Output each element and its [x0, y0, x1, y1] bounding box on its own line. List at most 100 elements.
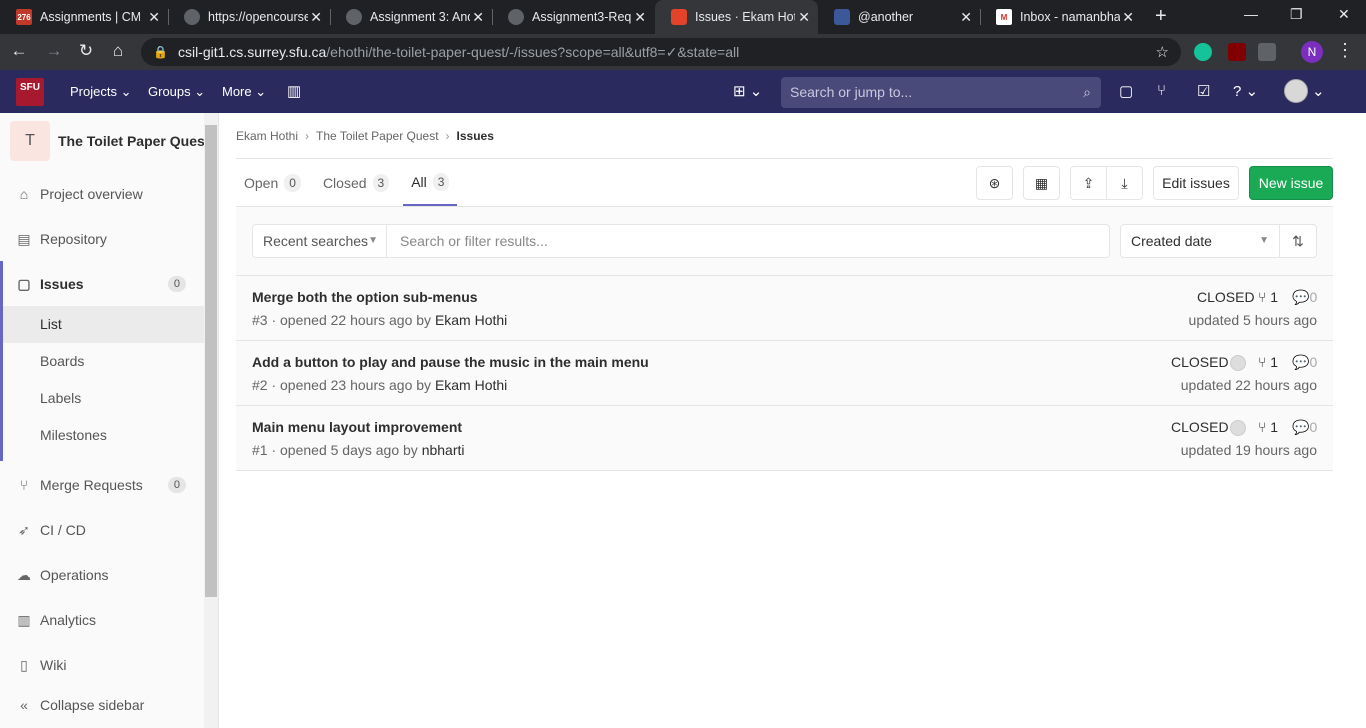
browser-tab[interactable]: @another ✕: [818, 0, 980, 34]
gitlab-fox-icon: [671, 9, 687, 25]
comments-count[interactable]: 💬0: [1292, 354, 1317, 371]
todo-icon[interactable]: ☑: [1197, 82, 1210, 100]
minimize-icon[interactable]: —: [1244, 6, 1258, 22]
url-path: /ehothi/the-toilet-paper-quest/-/issues?…: [326, 43, 740, 60]
issues-count-badge: 0: [167, 276, 186, 292]
sort-dropdown[interactable]: Created date ▼: [1120, 224, 1280, 258]
new-plus-icon[interactable]: ⊞ ⌄: [733, 82, 762, 100]
assignee-avatar[interactable]: [1230, 420, 1246, 436]
nav-more[interactable]: More ⌄: [222, 84, 266, 100]
forward-icon[interactable]: →: [43, 41, 65, 61]
breadcrumb-link[interactable]: The Toilet Paper Quest: [316, 129, 439, 143]
tab-favicon: 276: [16, 9, 32, 25]
close-tab-icon[interactable]: ✕: [148, 9, 160, 26]
bookmark-star-icon[interactable]: ☆: [1156, 43, 1169, 61]
tab-title: Inbox - namanbha: [1020, 10, 1120, 24]
help-icon[interactable]: ? ⌄: [1233, 82, 1258, 100]
sidebar-item-operations[interactable]: ☁ Operations: [0, 555, 204, 595]
browser-tab[interactable]: https://opencourse ✕: [168, 0, 330, 34]
assignee-avatar[interactable]: [1230, 355, 1246, 371]
sidebar-item-wiki[interactable]: ▯ Wiki: [0, 645, 204, 685]
home-icon[interactable]: ⌂: [107, 41, 129, 61]
issue-author[interactable]: nbharti: [422, 442, 465, 458]
back-icon[interactable]: ←: [8, 41, 30, 61]
close-tab-icon[interactable]: ✕: [798, 9, 810, 26]
close-tab-icon[interactable]: ✕: [310, 9, 322, 26]
filter-search-input[interactable]: Search or filter results...: [386, 224, 1110, 258]
sidebar-subitem-labels[interactable]: Labels: [3, 380, 204, 417]
browser-tab[interactable]: 276 Assignments | CMPT ✕: [0, 0, 168, 34]
browser-toolbar: ← → ↻ ⌂ 🔒 csil-git1.cs.surrey.sfu.ca /eh…: [0, 34, 1366, 70]
breadcrumb-link[interactable]: Ekam Hothi: [236, 129, 298, 143]
user-avatar[interactable]: [1284, 79, 1308, 103]
new-tab-icon[interactable]: +: [1155, 5, 1167, 28]
browser-tab[interactable]: Assignment3-Requ ✕: [492, 0, 654, 34]
extension-icon[interactable]: [1258, 43, 1276, 61]
sidebar-scrollbar-thumb[interactable]: [205, 125, 217, 597]
home-icon: ⌂: [19, 186, 29, 202]
chevron-down-icon: ▼: [1259, 235, 1269, 246]
project-header[interactable]: T The Toilet Paper Quest: [10, 121, 209, 161]
chevron-down-icon[interactable]: ⌄: [1312, 82, 1325, 100]
rss-icon: ⊛: [988, 174, 1001, 191]
global-search-input[interactable]: Search or jump to... ⌕: [781, 77, 1101, 108]
grammarly-extension-icon[interactable]: [1194, 43, 1212, 61]
issue-title[interactable]: Main menu layout improvement: [252, 419, 462, 435]
issue-title[interactable]: Merge both the option sub-menus: [252, 289, 478, 305]
maximize-icon[interactable]: ❐: [1290, 6, 1303, 23]
import-button[interactable]: ⤓: [1106, 166, 1143, 200]
sidebar-item-project-overview[interactable]: ⌂ Project overview: [0, 174, 204, 214]
issue-meta: #2 · opened 23 hours ago by Ekam Hothi: [252, 377, 507, 393]
issue-author[interactable]: Ekam Hothi: [435, 377, 507, 393]
browser-tab[interactable]: M Inbox - namanbha ✕: [980, 0, 1142, 34]
close-tab-icon[interactable]: ✕: [472, 9, 484, 26]
close-window-icon[interactable]: ✕: [1338, 6, 1350, 23]
sidebar-subitem-list[interactable]: List: [3, 306, 204, 343]
browser-tab-active[interactable]: Issues · Ekam Hoth ✕: [655, 0, 818, 34]
issue-title[interactable]: Add a button to play and pause the music…: [252, 354, 649, 370]
new-issue-button[interactable]: New issue: [1249, 166, 1333, 200]
tab-closed[interactable]: Closed 3: [315, 159, 397, 206]
sidebar-item-issues[interactable]: ▢ Issues 0: [0, 264, 204, 304]
nav-groups[interactable]: Groups ⌄: [148, 84, 205, 100]
merge-requests-count[interactable]: ⑂ 1: [1258, 419, 1278, 435]
close-tab-icon[interactable]: ✕: [634, 9, 646, 26]
breadcrumb-current[interactable]: Issues: [457, 129, 494, 143]
collapse-sidebar-button[interactable]: « Collapse sidebar: [0, 685, 204, 725]
ublock-extension-icon[interactable]: [1228, 43, 1246, 61]
sidebar-item-analytics[interactable]: ▥ Analytics: [0, 600, 204, 640]
nav-projects[interactable]: Projects ⌄: [70, 84, 131, 100]
close-tab-icon[interactable]: ✕: [960, 9, 972, 26]
issue-author[interactable]: Ekam Hothi: [435, 312, 507, 328]
sidebar-subitem-milestones[interactable]: Milestones: [3, 417, 204, 454]
sidebar-item-merge-requests[interactable]: ⑂ Merge Requests 0: [0, 465, 204, 505]
issue-reference: #1: [252, 442, 268, 458]
export-button[interactable]: ⇪: [1070, 166, 1107, 200]
sidebar-subitem-boards[interactable]: Boards: [3, 343, 204, 380]
tab-all[interactable]: All 3: [403, 159, 458, 206]
close-tab-icon[interactable]: ✕: [1122, 9, 1134, 26]
sidebar-item-repository[interactable]: ▤ Repository: [0, 219, 204, 259]
analytics-chart-icon[interactable]: ▥: [287, 82, 301, 100]
issues-icon[interactable]: ▢: [1119, 82, 1133, 100]
sfu-logo[interactable]: SFU: [16, 78, 44, 106]
rss-feed-button[interactable]: ⊛: [976, 166, 1013, 200]
tab-open[interactable]: Open 0: [236, 159, 309, 206]
sort-direction-button[interactable]: ⇅: [1279, 224, 1317, 258]
calendar-button[interactable]: ▦: [1023, 166, 1060, 200]
profile-avatar[interactable]: N: [1301, 41, 1323, 63]
recent-searches-dropdown[interactable]: Recent searches ▼: [252, 224, 387, 258]
comments-count[interactable]: 💬0: [1292, 289, 1317, 306]
tab-count-badge: 0: [284, 173, 301, 192]
reload-icon[interactable]: ↻: [75, 41, 97, 61]
merge-request-icon[interactable]: ⑂: [1157, 82, 1166, 99]
edit-issues-button[interactable]: Edit issues: [1153, 166, 1239, 200]
merge-requests-count[interactable]: ⑂ 1: [1258, 289, 1278, 305]
sidebar-item-ci-cd[interactable]: ➶ CI / CD: [0, 510, 204, 550]
address-bar[interactable]: 🔒 csil-git1.cs.surrey.sfu.ca /ehothi/the…: [141, 38, 1181, 66]
issue-updated: updated 5 hours ago: [1188, 312, 1317, 328]
browser-tab[interactable]: Assignment 3: And ✕: [330, 0, 492, 34]
browser-menu-icon[interactable]: ⋮: [1336, 40, 1354, 61]
comments-count[interactable]: 💬0: [1292, 419, 1317, 436]
merge-requests-count[interactable]: ⑂ 1: [1258, 354, 1278, 370]
